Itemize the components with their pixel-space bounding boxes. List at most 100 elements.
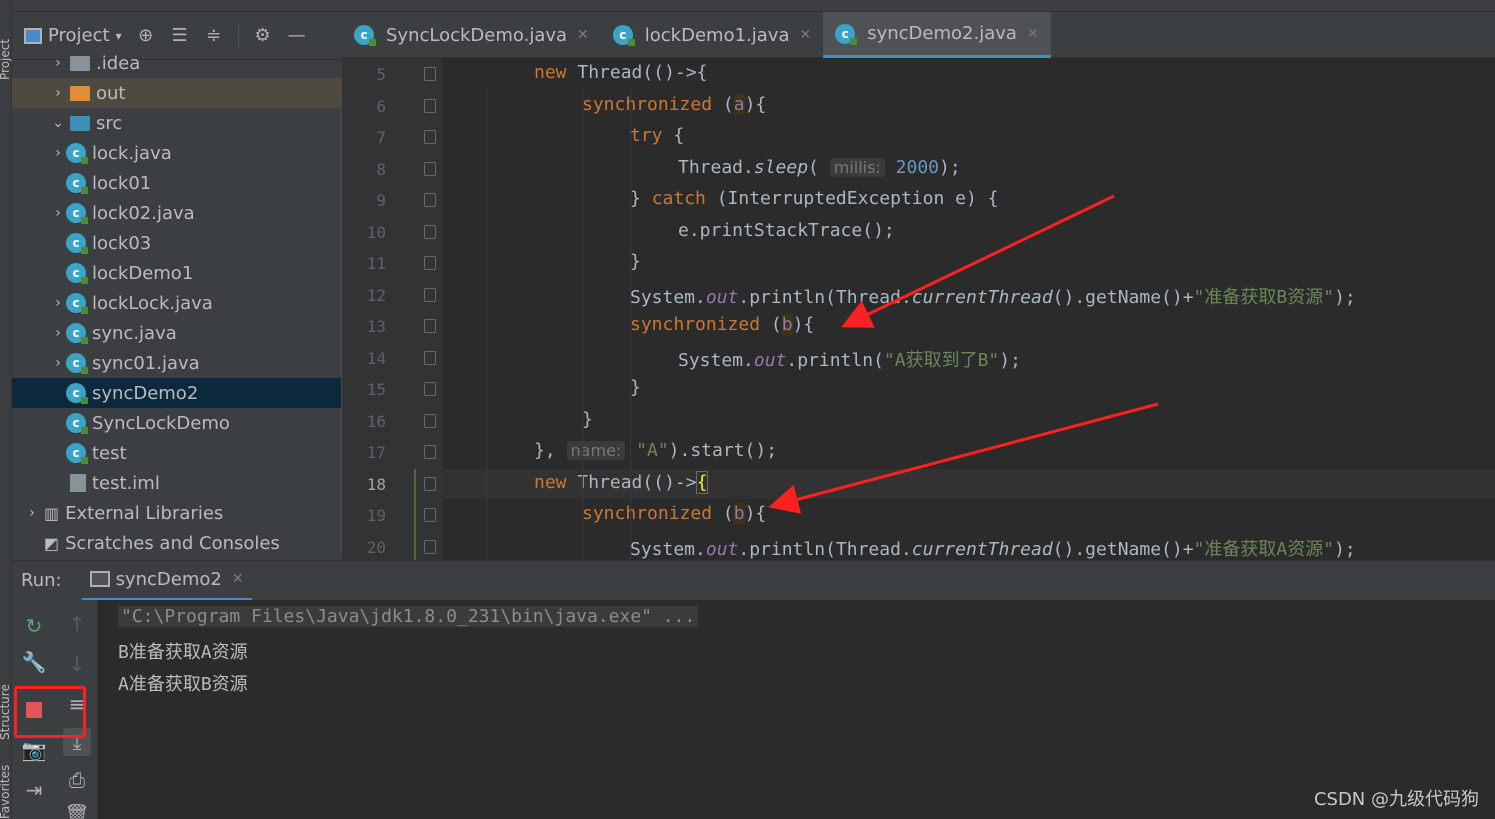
tree-item-label: test [92,442,127,464]
chevron-right-icon[interactable]: › [50,145,66,161]
fold-marker-icon[interactable] [424,413,436,428]
tree-item[interactable]: c lockDemo1 [12,258,342,288]
code-text: ( [808,156,819,178]
tree-item[interactable]: › c lockLock.java [12,288,342,318]
tree-item[interactable]: ◩ Scratches and Consoles [12,528,342,558]
chevron-right-icon[interactable]: › [50,55,66,71]
tree-item[interactable]: › c lock02.java [12,198,342,228]
tree-item[interactable]: › c sync.java [12,318,342,348]
tree-item[interactable]: › c lock.java [12,138,342,168]
code-text: ){ [744,93,767,115]
tree-item[interactable]: c SyncLockDemo [12,408,342,438]
tree-item[interactable]: ⌄ src [12,108,342,138]
code-text: } [630,188,641,209]
close-icon[interactable]: ✕ [799,27,811,43]
tree-item[interactable]: test.iml [12,468,342,498]
code-line: System.out.println("A获取到了B"); [678,346,1021,372]
project-tool-window-label[interactable]: Project [0,39,12,80]
chevron-right-icon[interactable]: › [50,295,66,311]
rerun-icon[interactable]: ↻ [20,612,48,640]
fold-marker-icon[interactable] [424,161,436,176]
fold-marker-icon[interactable] [424,130,436,144]
fold-marker-icon[interactable] [424,287,436,302]
favorites-tool-window-label[interactable]: Favorites [0,765,12,819]
java-class-icon: c [66,143,88,164]
tree-item-label: .idea [96,52,141,74]
chevron-right-icon[interactable]: › [50,355,66,371]
expand-all-icon[interactable]: ☰ [170,25,190,46]
tree-item-label: SyncLockDemo [92,412,230,434]
tree-item-label: syncDemo2 [92,382,199,404]
code-editor[interactable]: 5 new Thread(()->{6 synchronized (a){7 try … [342,58,1495,560]
hide-panel-icon[interactable]: — [287,25,307,46]
fold-marker-icon[interactable] [424,319,436,333]
code-text: .println( [738,286,836,308]
code-line: System.out.println(Thread.currentThread(… [630,535,1356,561]
tree-item[interactable]: c syncDemo2 [12,378,342,408]
tree-item[interactable]: › out [12,78,342,108]
tree-item[interactable]: c test [12,438,342,468]
java-class-icon: c [66,353,88,374]
fold-marker-icon[interactable] [424,539,436,554]
structure-tool-window-label[interactable]: Structure [0,684,12,740]
login-icon[interactable]: ⇥ [20,776,48,804]
java-class-icon: c [66,263,88,284]
code-text: ().getName()+ [1052,286,1194,308]
arrow-up-icon[interactable]: ↑ [63,610,91,638]
fold-marker-icon[interactable] [424,350,436,365]
editor-tab[interactable]: c syncDemo2.java ✕ [823,12,1051,58]
console-output-line: A准备获取B资源 [118,674,248,695]
project-view-selector[interactable]: Project ▾ [24,25,122,46]
fold-marker-icon[interactable] [424,224,436,239]
close-icon[interactable]: ✕ [577,27,589,43]
tree-item[interactable]: c lock03 [12,228,342,258]
fold-marker-icon[interactable] [424,193,436,207]
run-tab-syncdemo2[interactable]: syncDemo2 ✕ [81,561,252,601]
tree-item[interactable]: › ▥ External Libraries [12,498,342,528]
chevron-right-icon[interactable]: › [50,205,66,221]
tree-item[interactable]: c lock01 [12,168,342,198]
fold-marker-icon[interactable] [424,67,436,81]
editor-tab[interactable]: c SyncLockDemo.java ✕ [342,12,601,58]
code-text: }, [534,440,556,461]
arrow-down-icon[interactable]: ↓ [63,650,91,678]
fold-marker-icon[interactable] [424,382,436,396]
trash-icon[interactable]: 🗑 [63,800,91,819]
ide-window: Project Structure Favorites Project ▾ ⊕ … [0,0,1495,819]
chevron-down-icon[interactable]: ⌄ [50,115,66,131]
print-icon[interactable]: ⎙ [63,766,91,794]
close-icon[interactable]: ✕ [1027,26,1039,42]
editor-tab[interactable]: c lockDemo1.java ✕ [601,12,823,58]
line-number: 10 [366,222,386,242]
locate-file-icon[interactable]: ⊕ [136,25,156,46]
wrench-icon[interactable]: 🔧 [20,648,48,676]
project-tree: › .idea › out ⌄ src › c lock.java c lock01 › c lock02… [12,48,342,558]
keyword: try [630,125,663,146]
close-icon[interactable]: ✕ [232,571,244,587]
chevron-right-icon[interactable]: › [24,505,40,521]
tree-item[interactable]: › c sync01.java [12,348,342,378]
collapse-all-icon[interactable]: ≑ [204,25,224,46]
tree-item-label: lock01 [92,172,152,194]
run-tab-label: syncDemo2 [115,568,222,590]
fold-marker-icon[interactable] [424,98,436,113]
chevron-right-icon[interactable]: › [50,85,66,101]
console-output[interactable]: "C:\Program Files\Java\jdk1.8.0_231\bin\… [98,600,1495,819]
fold-marker-icon[interactable] [424,508,436,522]
camera-icon[interactable]: 📷 [20,736,48,764]
folder-icon [70,115,90,131]
code-text: (()-> [642,471,697,493]
tree-item[interactable]: › .idea [12,48,342,78]
tree-item-label: lockDemo1 [92,262,194,284]
code-text: ); [1334,538,1356,560]
gear-icon[interactable]: ⚙ [253,25,273,46]
fold-marker-icon[interactable] [424,476,436,491]
fold-marker-icon[interactable] [424,445,436,459]
line-number: 19 [366,506,386,525]
fold-marker-icon[interactable] [424,256,436,270]
chevron-right-icon[interactable]: › [50,325,66,341]
tree-item-label: test.iml [92,472,160,494]
code-line: System.out.println(Thread.currentThread(… [630,283,1356,309]
java-class-icon: c [66,173,88,194]
code-text: } [630,377,641,398]
